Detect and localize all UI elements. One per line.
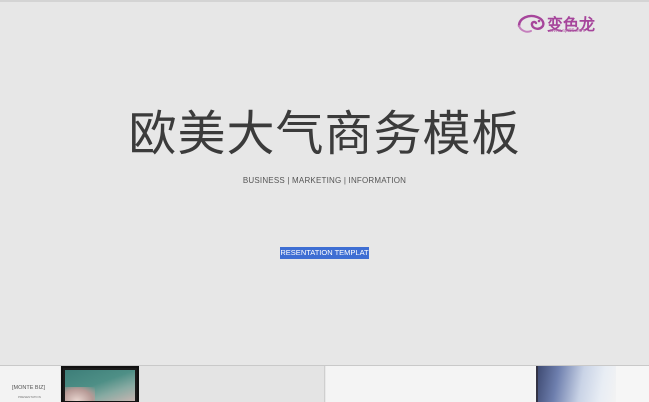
thumbnail-photo xyxy=(536,366,616,402)
thumbnail-photo-highlight xyxy=(65,387,95,401)
chameleon-icon xyxy=(517,14,545,33)
slide-thumbnail[interactable] xyxy=(534,366,649,402)
thumbnail-subtitle: PRESENTATION xyxy=(18,395,41,399)
slide-subtitle[interactable]: BUSINESS | MARKETING | INFORMATION xyxy=(0,176,649,185)
logo-url: www.apt86.com xyxy=(550,28,586,34)
selected-text-box[interactable]: RESENTATION TEMPLAT xyxy=(280,247,369,259)
slide-thumbnail[interactable] xyxy=(61,366,139,402)
slide-thumbnail[interactable] xyxy=(326,366,534,402)
slide-title[interactable]: 欧美大气商务模板 xyxy=(0,105,649,163)
slide-canvas[interactable]: 变色龙 www.apt86.com 欧美大气商务模板 BUSINESS | MA… xyxy=(0,0,649,365)
thumbnail-title: [MONTE BIZ] xyxy=(12,385,45,391)
slide-thumbnail[interactable]: [MONTE BIZ] PRESENTATION xyxy=(0,366,60,402)
chameleon-logo: 变色龙 www.apt86.com xyxy=(515,10,625,40)
slide-thumbnail-strip: [MONTE BIZ] PRESENTATION xyxy=(0,365,649,402)
slide-thumbnail[interactable] xyxy=(139,366,325,402)
